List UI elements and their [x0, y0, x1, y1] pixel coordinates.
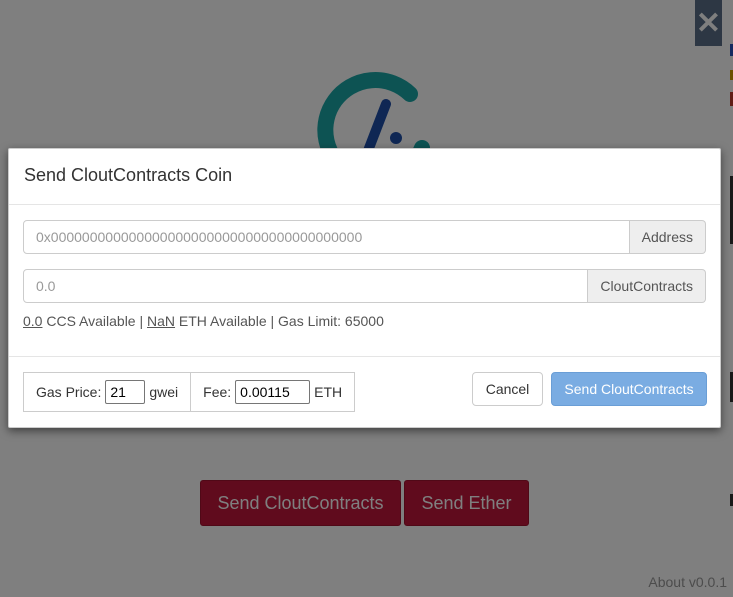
send-coin-modal: Send CloutContracts Coin Address CloutCo…: [8, 148, 721, 428]
amount-input-group: CloutContracts: [23, 269, 706, 303]
send-cloutcontracts-submit-button[interactable]: Send CloutContracts: [551, 372, 707, 406]
modal-header: Send CloutContracts Coin: [9, 149, 720, 205]
gas-price-label: Gas Price:: [36, 384, 102, 400]
address-input[interactable]: [23, 220, 630, 254]
address-input-group: Address: [23, 220, 706, 254]
fee-label: Fee:: [203, 384, 232, 400]
gas-price-unit: gwei: [149, 384, 179, 400]
modal-title: Send CloutContracts Coin: [24, 165, 233, 185]
eth-available-text: ETH Available | Gas Limit: 65000: [178, 313, 384, 329]
gas-price-input[interactable]: [105, 380, 146, 404]
ccs-available-value[interactable]: 0.0: [23, 313, 42, 329]
fee-cell: Fee: ETH: [190, 373, 354, 411]
cancel-button[interactable]: Cancel: [472, 372, 543, 406]
ccs-available-text: CCS Available |: [46, 313, 144, 329]
gas-price-cell: Gas Price: gwei: [24, 373, 190, 411]
amount-addon: CloutContracts: [588, 269, 706, 303]
eth-available-value[interactable]: NaN: [147, 313, 175, 329]
gas-settings: Gas Price: gwei Fee: ETH: [23, 372, 356, 412]
fee-input[interactable]: [235, 380, 311, 404]
address-addon: Address: [629, 220, 706, 254]
fee-unit: ETH: [314, 384, 343, 400]
modal-footer: Gas Price: gwei Fee: ETH Cancel Send Clo…: [9, 357, 720, 429]
amount-input[interactable]: [23, 269, 589, 303]
balance-info: 0.0 CCS Available | NaN ETH Available | …: [23, 313, 706, 329]
modal-body: Address CloutContracts 0.0 CCS Available…: [9, 205, 720, 357]
